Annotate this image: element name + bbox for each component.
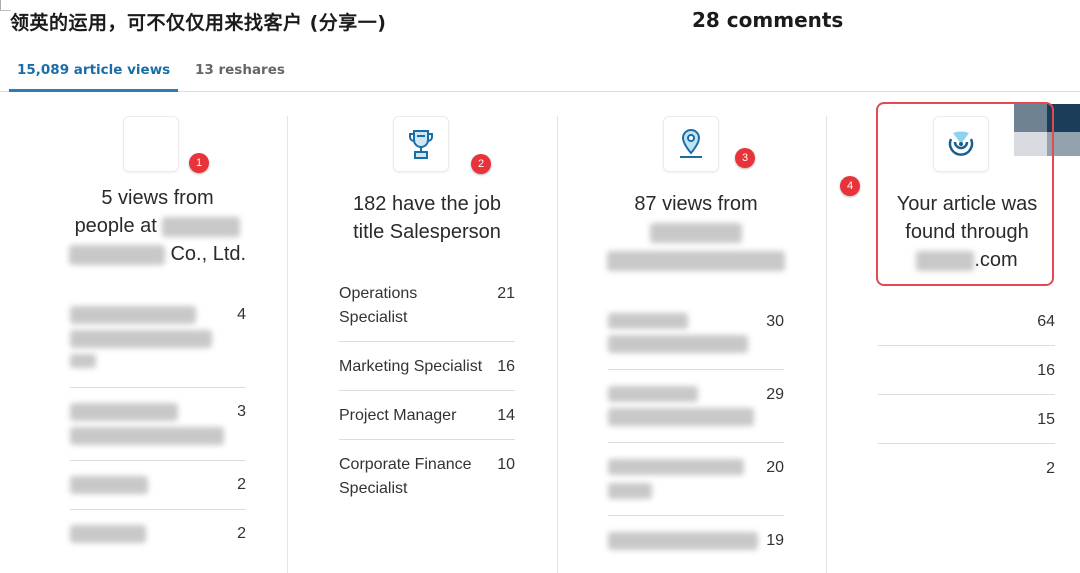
blurred-company-name <box>68 244 165 265</box>
list-item-value: 20 <box>766 459 784 476</box>
trophy-icon <box>393 116 449 172</box>
list-item[interactable]: Corporate Finance Specialist 10 <box>339 453 515 505</box>
list-item-value: 29 <box>766 386 784 403</box>
list-item-value: 2 <box>237 525 246 542</box>
list-item[interactable]: 2 <box>70 473 246 510</box>
list-item-value: 10 <box>497 456 515 473</box>
tab-article-views[interactable]: 15,089 article views <box>8 62 179 92</box>
article-title: 领英的运用，可不仅仅用来找客户 (分享一) <box>10 12 387 34</box>
company-headline: 5 views from people at Co., Ltd. <box>55 184 260 268</box>
list-item-value: 4 <box>237 306 246 323</box>
comments-count[interactable]: 28 comments <box>692 8 843 32</box>
blurred-location <box>608 310 748 353</box>
job-title-headline: 182 have the job title Salesperson <box>322 190 532 246</box>
list-item[interactable]: 20 <box>608 456 784 516</box>
headline-text: Co., Ltd. <box>170 243 247 265</box>
list-item-label: Project Manager <box>339 407 457 424</box>
list-item[interactable]: 16 <box>878 359 1055 395</box>
list-item-value: 3 <box>237 403 246 420</box>
list-item[interactable]: 3 <box>70 400 246 461</box>
annotation-badge-4: 4 <box>840 176 860 196</box>
list-item-value: 30 <box>766 313 784 330</box>
list-item[interactable]: 30 <box>608 310 784 370</box>
highlight-box <box>876 102 1054 286</box>
company-logo-icon <box>123 116 179 172</box>
list-item-value: 16 <box>497 358 515 375</box>
list-item[interactable]: 19 <box>608 529 784 559</box>
list-item[interactable]: 2 <box>70 522 246 558</box>
list-item[interactable]: Marketing Specialist 16 <box>339 355 515 391</box>
list-item[interactable]: Project Manager 14 <box>339 404 515 440</box>
list-item-label: Operations Specialist <box>339 285 418 326</box>
column-divider <box>557 116 558 573</box>
list-item-label: Corporate Finance Specialist <box>339 456 472 497</box>
list-item-value: 16 <box>1037 362 1055 379</box>
list-item-value: 2 <box>1046 460 1055 477</box>
headline-text: title Salesperson <box>353 221 501 243</box>
blurred-location <box>608 456 744 499</box>
list-item[interactable]: 15 <box>878 408 1055 444</box>
list-item-value: 19 <box>766 532 784 549</box>
blurred-location <box>608 529 758 550</box>
annotation-badge-3: 3 <box>735 148 755 168</box>
location-pin-icon <box>663 116 719 172</box>
blurred-company-name <box>70 473 148 494</box>
list-item[interactable]: 64 <box>878 310 1055 346</box>
list-item[interactable]: 29 <box>608 383 784 443</box>
list-item[interactable]: Operations Specialist 21 <box>339 282 515 342</box>
blurred-location <box>607 250 785 271</box>
blurred-location <box>650 222 742 243</box>
headline-text: 182 have the job <box>353 193 501 215</box>
list-item-value: 64 <box>1037 313 1055 330</box>
blurred-company-name <box>70 522 146 543</box>
list-item-value: 2 <box>237 476 246 493</box>
column-divider <box>287 116 288 573</box>
blurred-company-name <box>70 400 224 445</box>
annotation-badge-1: 1 <box>189 153 209 173</box>
list-item[interactable]: 2 <box>878 457 1055 492</box>
blurred-company-name <box>70 303 212 368</box>
headline-text: 87 views from <box>634 193 758 215</box>
list-item-value: 21 <box>497 285 515 302</box>
list-item-value: 15 <box>1037 411 1055 428</box>
headline-text: people at <box>74 215 157 237</box>
blurred-company-name <box>162 216 241 237</box>
list-item-value: 14 <box>497 407 515 424</box>
location-headline: 87 views from <box>591 190 801 274</box>
blurred-location <box>608 383 754 426</box>
list-item-label: Marketing Specialist <box>339 358 483 375</box>
list-item[interactable]: 4 <box>70 303 246 388</box>
headline-text: 5 views from <box>101 187 214 209</box>
annotation-badge-2: 2 <box>471 154 491 174</box>
stats-tabs: 15,089 article views 13 reshares <box>0 50 1080 92</box>
tab-reshares[interactable]: 13 reshares <box>195 62 285 78</box>
column-divider <box>826 116 827 573</box>
